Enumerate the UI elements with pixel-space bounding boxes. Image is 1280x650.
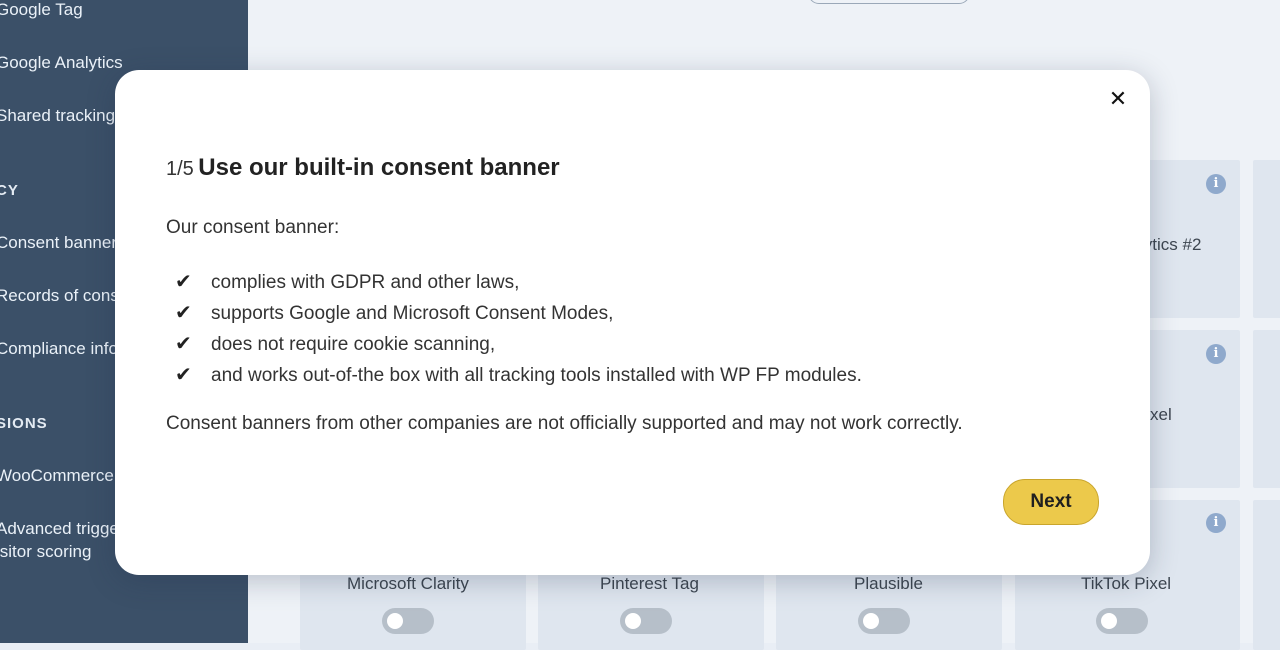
checkmark-icon: ✔ bbox=[175, 362, 192, 386]
sidebar-item-advanced-triggers[interactable]: Advanced trigge bbox=[0, 519, 119, 539]
top-pill-button[interactable] bbox=[808, 0, 970, 4]
checkmark-icon: ✔ bbox=[175, 300, 192, 324]
onboarding-modal: ✕ 1/5 Use our built-in consent banner Ou… bbox=[115, 70, 1150, 575]
toggle-tiktok-pixel[interactable] bbox=[1096, 608, 1148, 634]
sidebar-item-google-tag[interactable]: Google Tag bbox=[0, 0, 83, 20]
card-label-tiktok-pixel: TikTok Pixel bbox=[1081, 574, 1172, 593]
modal-note: Consent banners from other companies are… bbox=[166, 413, 963, 434]
info-icon[interactable]: i bbox=[1206, 344, 1226, 364]
step-indicator: 1/5 bbox=[166, 158, 194, 180]
feature-list: ✔ complies with GDPR and other laws, ✔ sup… bbox=[175, 266, 862, 390]
toggle-plausible[interactable] bbox=[858, 608, 910, 634]
list-item-text: does not require cookie scanning, bbox=[211, 334, 496, 355]
sidebar-item-shared-tracking[interactable]: Shared tracking bbox=[0, 106, 115, 126]
sidebar-item-visitor-scoring[interactable]: isitor scoring bbox=[0, 542, 91, 562]
list-item: ✔ complies with GDPR and other laws, bbox=[175, 266, 862, 297]
sidebar-heading-privacy: CY bbox=[0, 182, 19, 199]
list-item-text: complies with GDPR and other laws, bbox=[211, 272, 520, 293]
list-item: ✔ does not require cookie scanning, bbox=[175, 328, 862, 359]
card-label-plausible: Plausible bbox=[854, 574, 923, 593]
module-card bbox=[1253, 160, 1280, 318]
next-button[interactable]: Next bbox=[1003, 479, 1099, 525]
card-label-pixel: xel bbox=[1150, 405, 1172, 424]
card-label-microsoft-clarity: Microsoft Clarity bbox=[347, 574, 469, 593]
info-icon[interactable]: i bbox=[1206, 513, 1226, 533]
modal-intro: Our consent banner: bbox=[166, 217, 340, 238]
card-label-pinterest-tag: Pinterest Tag bbox=[600, 574, 699, 593]
modal-heading: 1/5 Use our built-in consent banner bbox=[166, 154, 560, 182]
sidebar-item-consent-banner[interactable]: Consent banner bbox=[0, 233, 117, 253]
module-card bbox=[1253, 330, 1280, 488]
checkmark-icon: ✔ bbox=[175, 269, 192, 293]
toggle-microsoft-clarity[interactable] bbox=[382, 608, 434, 634]
sidebar-heading-extensions: SIONS bbox=[0, 415, 48, 432]
list-item: ✔ and works out-of-the box with all track… bbox=[175, 359, 862, 390]
toggle-pinterest-tag[interactable] bbox=[620, 608, 672, 634]
close-icon[interactable]: ✕ bbox=[1104, 86, 1132, 114]
sidebar-item-google-analytics[interactable]: Google Analytics bbox=[0, 53, 123, 73]
info-icon[interactable]: i bbox=[1206, 174, 1226, 194]
modal-title: Use our built-in consent banner bbox=[198, 154, 560, 181]
sidebar-item-woocommerce[interactable]: WooCommerce bbox=[0, 466, 114, 486]
sidebar-item-records-of-consent[interactable]: Records of cons bbox=[0, 286, 119, 306]
module-card bbox=[1253, 500, 1280, 650]
list-item: ✔ supports Google and Microsoft Consent M… bbox=[175, 297, 862, 328]
sidebar-item-compliance-info[interactable]: Compliance info bbox=[0, 339, 118, 359]
list-item-text: and works out-of-the box with all tracki… bbox=[211, 365, 862, 386]
list-item-text: supports Google and Microsoft Consent Mo… bbox=[211, 303, 614, 324]
checkmark-icon: ✔ bbox=[175, 331, 192, 355]
